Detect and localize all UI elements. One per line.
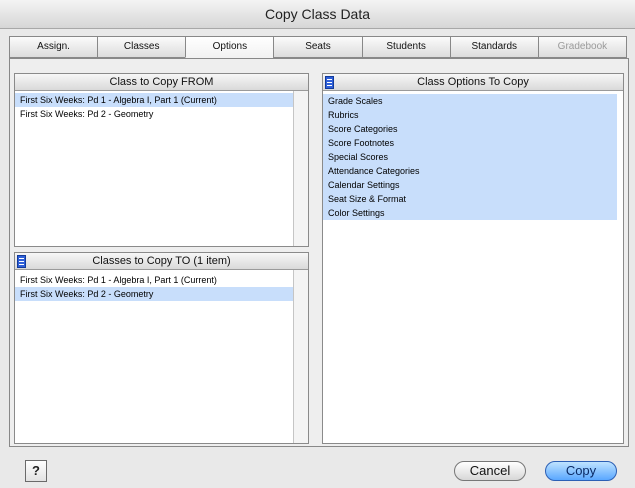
tab-gradebook: Gradebook (537, 36, 627, 58)
option-item[interactable]: Score Footnotes (323, 136, 617, 150)
class-options-header-label: Class Options To Copy (417, 76, 529, 88)
to-list-item[interactable]: First Six Weeks: Pd 2 - Geometry (15, 287, 294, 301)
from-list-item[interactable]: First Six Weeks: Pd 2 - Geometry (15, 107, 294, 121)
class-to-header-label: Classes to Copy TO (1 item) (92, 255, 231, 267)
option-item[interactable]: Rubrics (323, 108, 617, 122)
class-options-header: Class Options To Copy (323, 74, 623, 91)
options-tab-content: Class to Copy FROM First Six Weeks: Pd 1… (9, 58, 629, 447)
help-button[interactable]: ? (25, 460, 47, 482)
option-item[interactable]: Attendance Categories (323, 164, 617, 178)
class-from-header: Class to Copy FROM (15, 74, 308, 91)
list-menu-icon[interactable] (17, 255, 26, 268)
tab-standards[interactable]: Standards (449, 36, 538, 58)
tab-classes[interactable]: Classes (97, 36, 186, 58)
option-item[interactable]: Special Scores (323, 150, 617, 164)
list-menu-icon[interactable] (325, 76, 334, 89)
class-from-list[interactable]: Class to Copy FROM First Six Weeks: Pd 1… (14, 73, 309, 247)
class-to-list[interactable]: Classes to Copy TO (1 item) First Six We… (14, 252, 309, 444)
option-item[interactable]: Color Settings (323, 206, 617, 220)
to-list-item[interactable]: First Six Weeks: Pd 1 - Algebra I, Part … (15, 273, 294, 287)
class-options-list[interactable]: Class Options To Copy Grade Scales Rubri… (322, 73, 624, 444)
to-list-scrollbar[interactable] (293, 270, 308, 443)
cancel-button[interactable]: Cancel (454, 461, 526, 481)
tab-bar: Assign. Classes Options Seats Students S… (9, 36, 627, 58)
option-item[interactable]: Score Categories (323, 122, 617, 136)
window-title: Copy Class Data (0, 0, 635, 29)
from-list-scrollbar[interactable] (293, 91, 308, 246)
tab-seats[interactable]: Seats (273, 36, 362, 58)
class-to-header: Classes to Copy TO (1 item) (15, 253, 308, 270)
option-item[interactable]: Grade Scales (323, 94, 617, 108)
dialog-footer: ? Cancel Copy (0, 452, 635, 488)
option-item[interactable]: Calendar Settings (323, 178, 617, 192)
copy-button[interactable]: Copy (545, 461, 617, 481)
tab-students[interactable]: Students (361, 36, 450, 58)
tab-assign[interactable]: Assign. (9, 36, 98, 58)
from-list-item[interactable]: First Six Weeks: Pd 1 - Algebra I, Part … (15, 93, 294, 107)
tab-options[interactable]: Options (185, 36, 274, 58)
option-item[interactable]: Seat Size & Format (323, 192, 617, 206)
